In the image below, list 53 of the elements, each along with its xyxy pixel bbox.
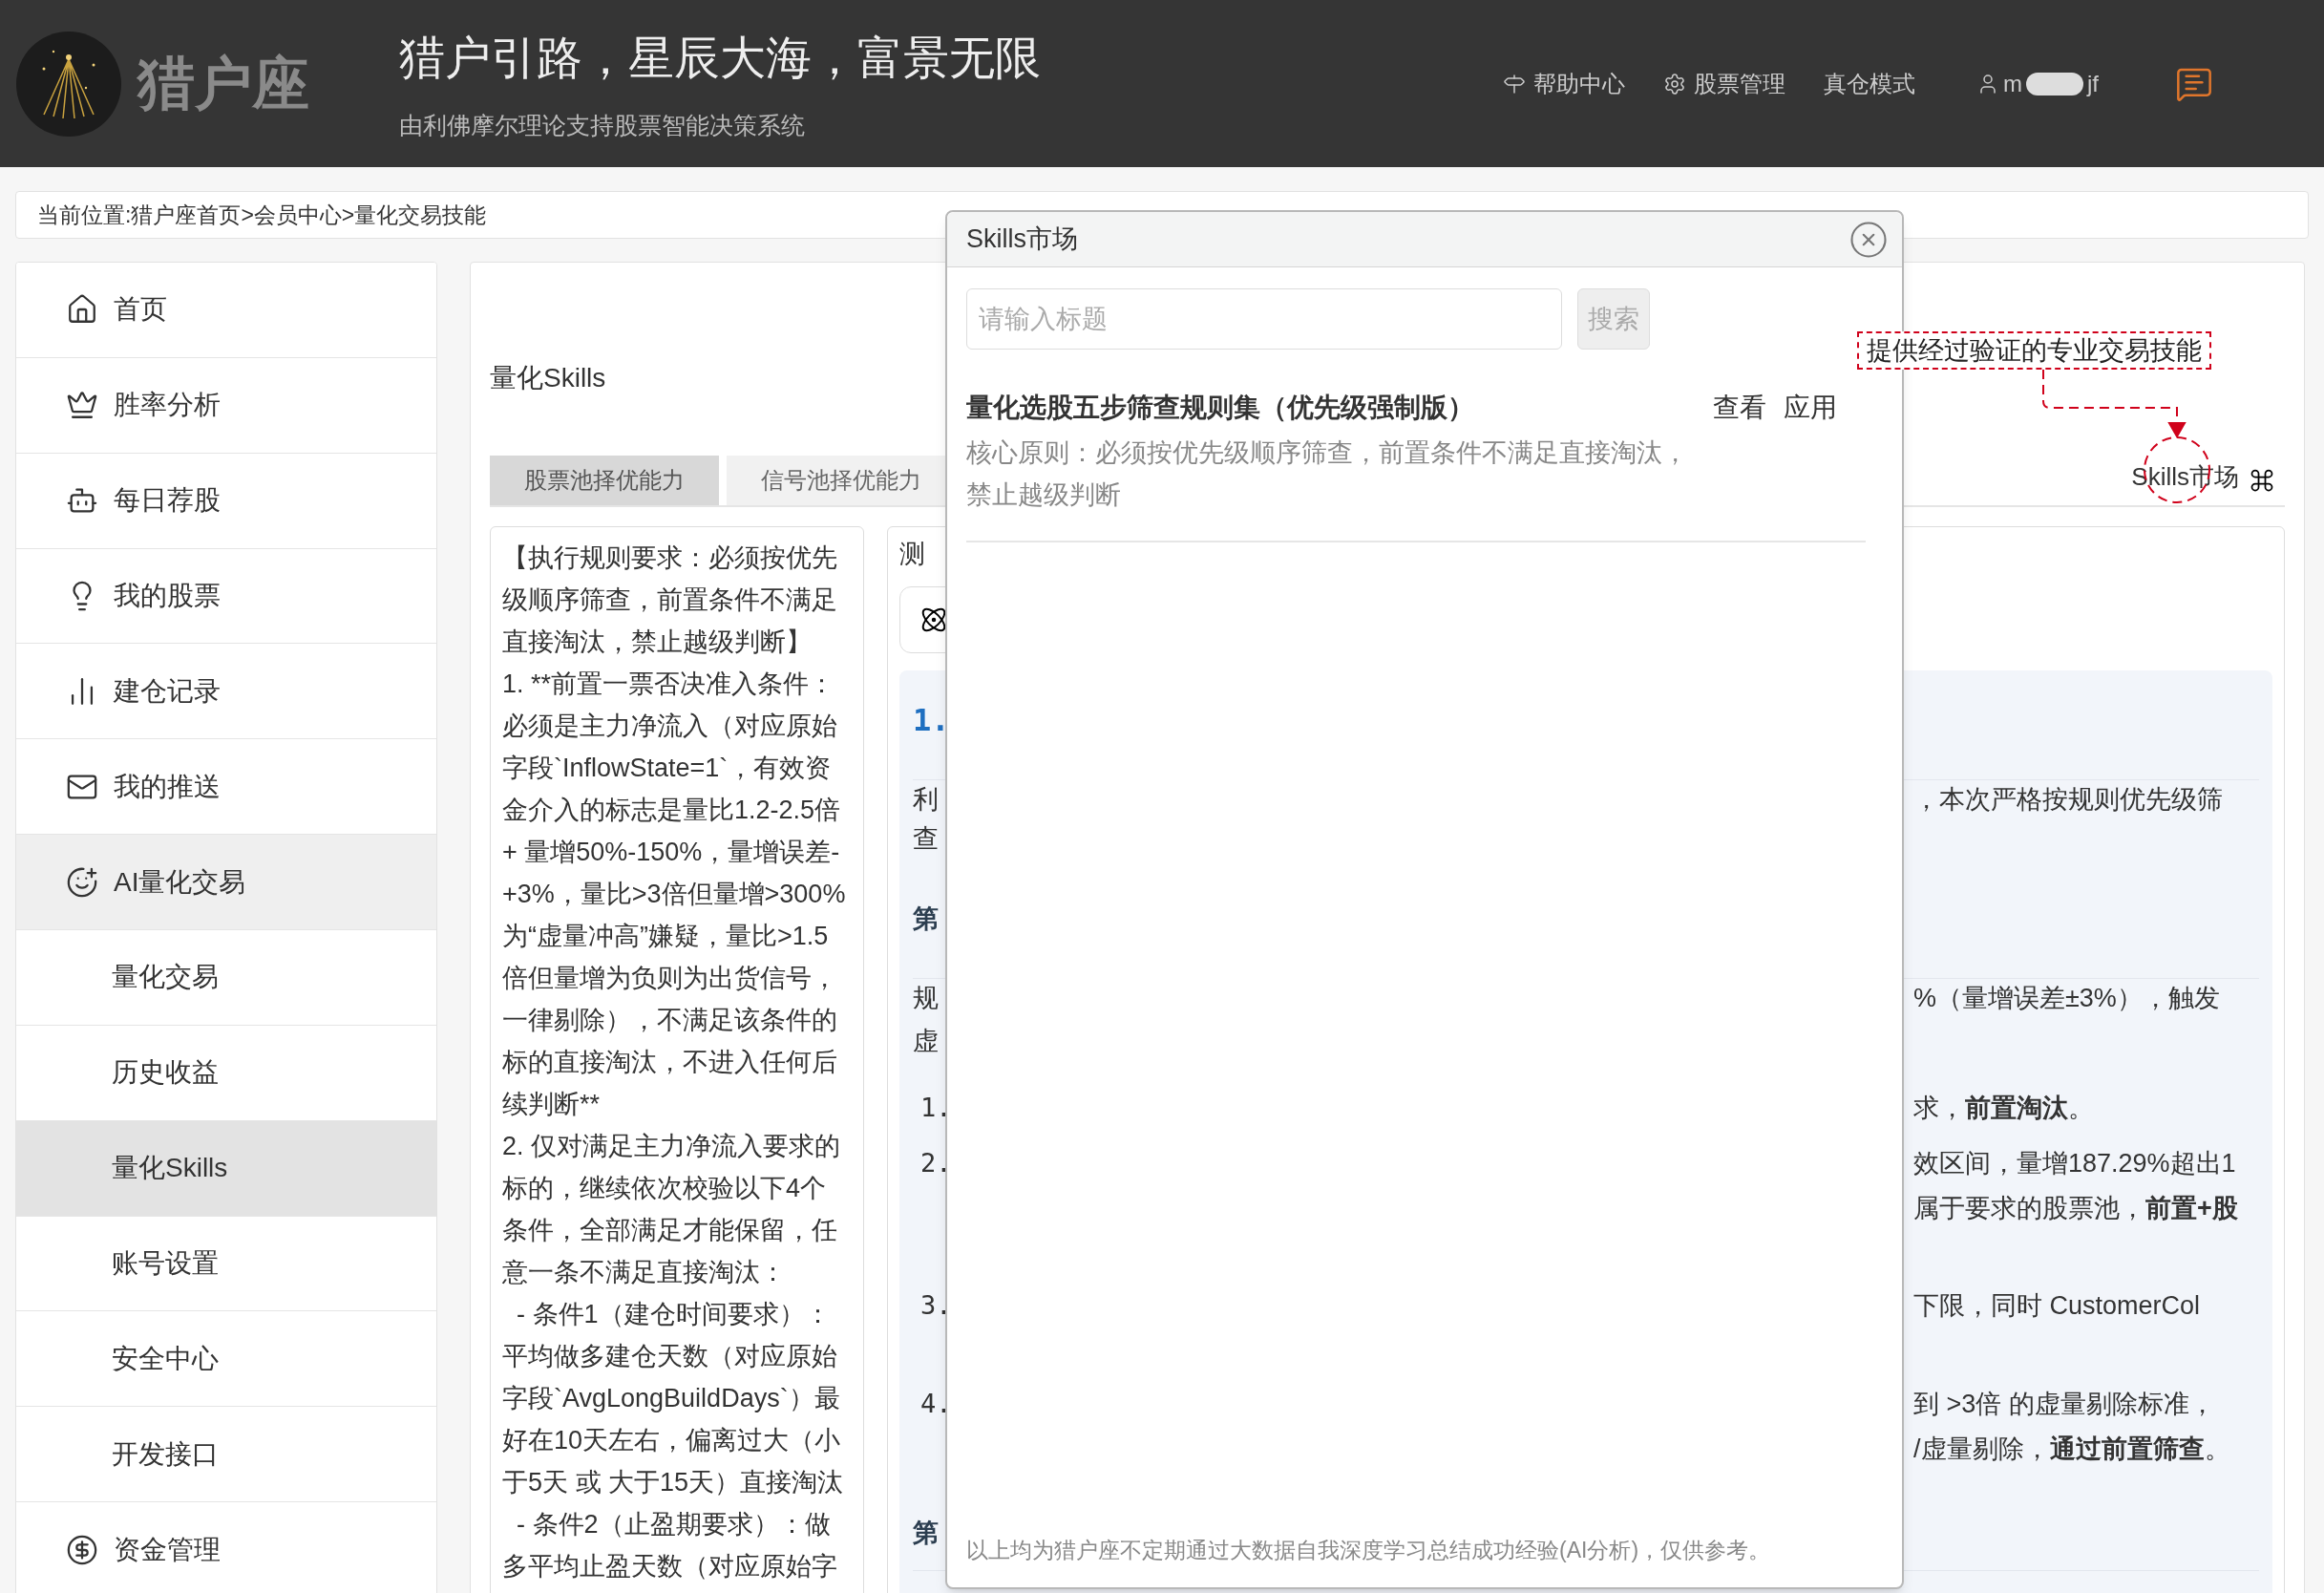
dollar-coin-icon xyxy=(66,1533,98,1566)
user-name[interactable]: jf xyxy=(2087,66,2099,101)
rule-paragraph: 2. 仅对满足主力净流入要求的标的，继续依次校验以下4个条件，全部满足才能保留，任意一条不满足直接淘汰： xyxy=(502,1131,842,1288)
result-line-start: 第 xyxy=(913,1519,939,1547)
site-subtitle: 由利佛摩尔理论支持股票智能决策系统 xyxy=(399,110,806,140)
search-field[interactable]: 请输入标题 xyxy=(966,288,1562,350)
rule-paragraph: - 条件2（止盈期要求）：做多平均止盈天数（对应原始字 xyxy=(502,1509,838,1582)
rule-paragraph: 【执行规则要求：必须按优先级顺序筛查，前置条件不满足直接淘汰，禁止越级判断】 xyxy=(502,542,838,658)
result-line-start: 第 xyxy=(913,904,939,933)
result-line-text: ，本次严格按规则优先级筛 xyxy=(1913,785,2223,814)
dialog-footer-note: 以上均为猎户座不定期通过大数据自我深度学习总结成功经验(AI分析)，仅供参考。 xyxy=(966,1537,1771,1562)
result-line-start: 2. xyxy=(919,1148,952,1178)
result-line-text: /虚量剔除，通过前置筛查。 xyxy=(1913,1434,2230,1463)
result-line-text: 到 >3倍 的虚量剔除标准， xyxy=(1913,1390,2215,1418)
nav-link[interactable]: 股票管理 xyxy=(1663,66,1785,101)
logo-text: 猎户座 xyxy=(137,50,310,117)
settings-icon xyxy=(1663,72,1686,96)
skill-description: 核心原则：必须按优先级顺序筛查，前置条件不满足直接淘汰，禁止越级判断 xyxy=(966,437,1689,511)
rule-paragraph: 1. **前置一票否决准入条件：必须是主力净流入（对应原始字段`InflowState=1`，有效资金介入的标志是量比1.2-2.5倍 + 量增50%-150%，量增误差-+3%，量比>3倍但量增>300%为“虚量冲高”嫌疑，量比>1.5倍但量增为负则为出货信号，一律剔除），不满足该条件的标的直接淘汰，不进入任何后续判断** xyxy=(502,669,847,1120)
nav-link[interactable]: 真仓模式 xyxy=(1824,66,1915,101)
skill-action-link[interactable]: 查看 xyxy=(1713,388,1766,428)
smiley-sparkle-icon xyxy=(66,865,98,899)
signpost-icon xyxy=(1503,72,1526,96)
nav-link[interactable]: 帮助中心 xyxy=(1503,66,1625,101)
result-line-start: 4. xyxy=(919,1389,952,1418)
skill-title: 量化选股五步筛查规则集（优先级强制版） xyxy=(966,392,1474,424)
callout-box: 提供经过验证的专业交易技能 xyxy=(1857,331,2211,370)
sidebar-item[interactable]: AI量化交易 xyxy=(16,835,436,930)
result-line-start: 规 xyxy=(913,984,939,1012)
close-icon[interactable] xyxy=(1849,219,1889,260)
result-line-text: 下限，同时 CustomerCol xyxy=(1913,1291,2201,1320)
result-line-start: 查 xyxy=(913,824,939,853)
tab[interactable]: 股票池择优能力 xyxy=(490,456,719,505)
result-line-start: 1. xyxy=(919,1093,952,1122)
result-line-text: %（量增误差±3%），触发 xyxy=(1913,984,2220,1012)
result-line-text: 求，前置淘汰。 xyxy=(1913,1094,2094,1122)
result-line-start: 利 xyxy=(913,785,939,814)
result-line-start: 3. xyxy=(919,1290,952,1320)
rule-paragraph: - 条件1（建仓时间要求）：平均做多建仓天数（对应原始字段`AvgLongBuildDays`）最好在10天左右，偏离过大（小于5天 或 大于15天）直接淘汰 xyxy=(502,1299,845,1498)
page-title: 量化Skills xyxy=(490,362,606,394)
redacted-block xyxy=(2026,72,2083,96)
result-line-text: 效区间，量增187.29%超出1 xyxy=(1913,1149,2236,1178)
result-line-text: 属于要求的股票池，前置+股 xyxy=(1913,1194,2238,1222)
skill-action-link[interactable]: 应用 xyxy=(1784,388,1837,428)
result-line-start: 虚 xyxy=(913,1027,939,1055)
user-name[interactable]: m xyxy=(2003,66,2022,101)
result-line-start: 1. xyxy=(913,702,950,738)
sidebar-item[interactable]: 量化Skills xyxy=(16,1120,436,1217)
site-title: 猎户引路，星辰大海，富景无限 xyxy=(399,31,1041,85)
atom-icon xyxy=(919,605,948,634)
sidebar-item[interactable]: 首页 xyxy=(16,263,436,358)
command-icon[interactable] xyxy=(2249,467,2275,494)
test-label: 测 xyxy=(899,538,925,570)
